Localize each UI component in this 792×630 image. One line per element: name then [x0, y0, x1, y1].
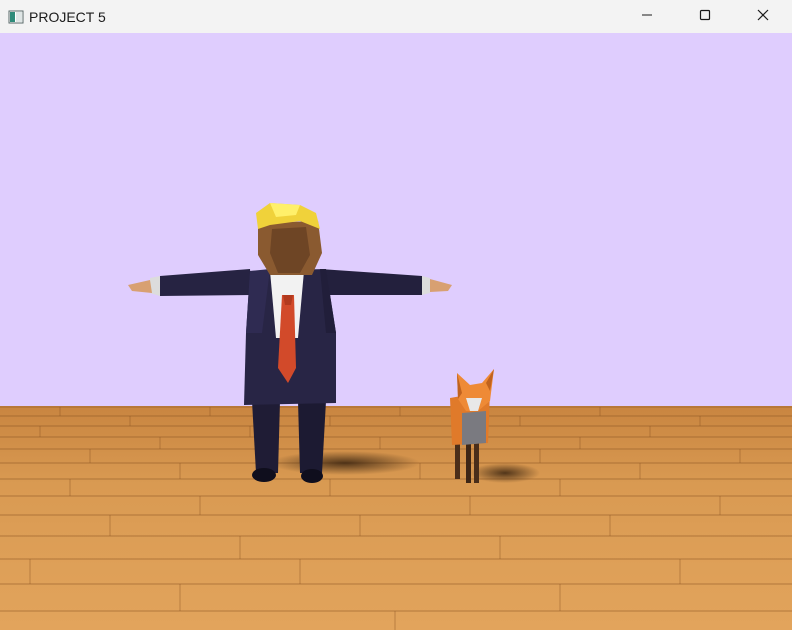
maximize-icon	[699, 8, 711, 26]
app-window: PROJECT 5	[0, 0, 792, 630]
fox-shadow	[470, 463, 540, 483]
close-button[interactable]	[734, 0, 792, 33]
minimize-icon	[641, 8, 653, 26]
scene-background	[0, 33, 792, 406]
minimize-button[interactable]	[618, 0, 676, 33]
window-title: PROJECT 5	[29, 8, 106, 25]
character-shadow	[270, 451, 420, 475]
maximize-button[interactable]	[676, 0, 734, 33]
render-viewport[interactable]	[0, 33, 792, 630]
close-icon	[757, 8, 769, 26]
wooden-floor	[0, 406, 792, 630]
title-bar[interactable]: PROJECT 5	[0, 0, 792, 33]
console-window-icon	[8, 9, 24, 25]
caption-buttons	[618, 0, 792, 33]
scene-canvas	[0, 33, 792, 630]
